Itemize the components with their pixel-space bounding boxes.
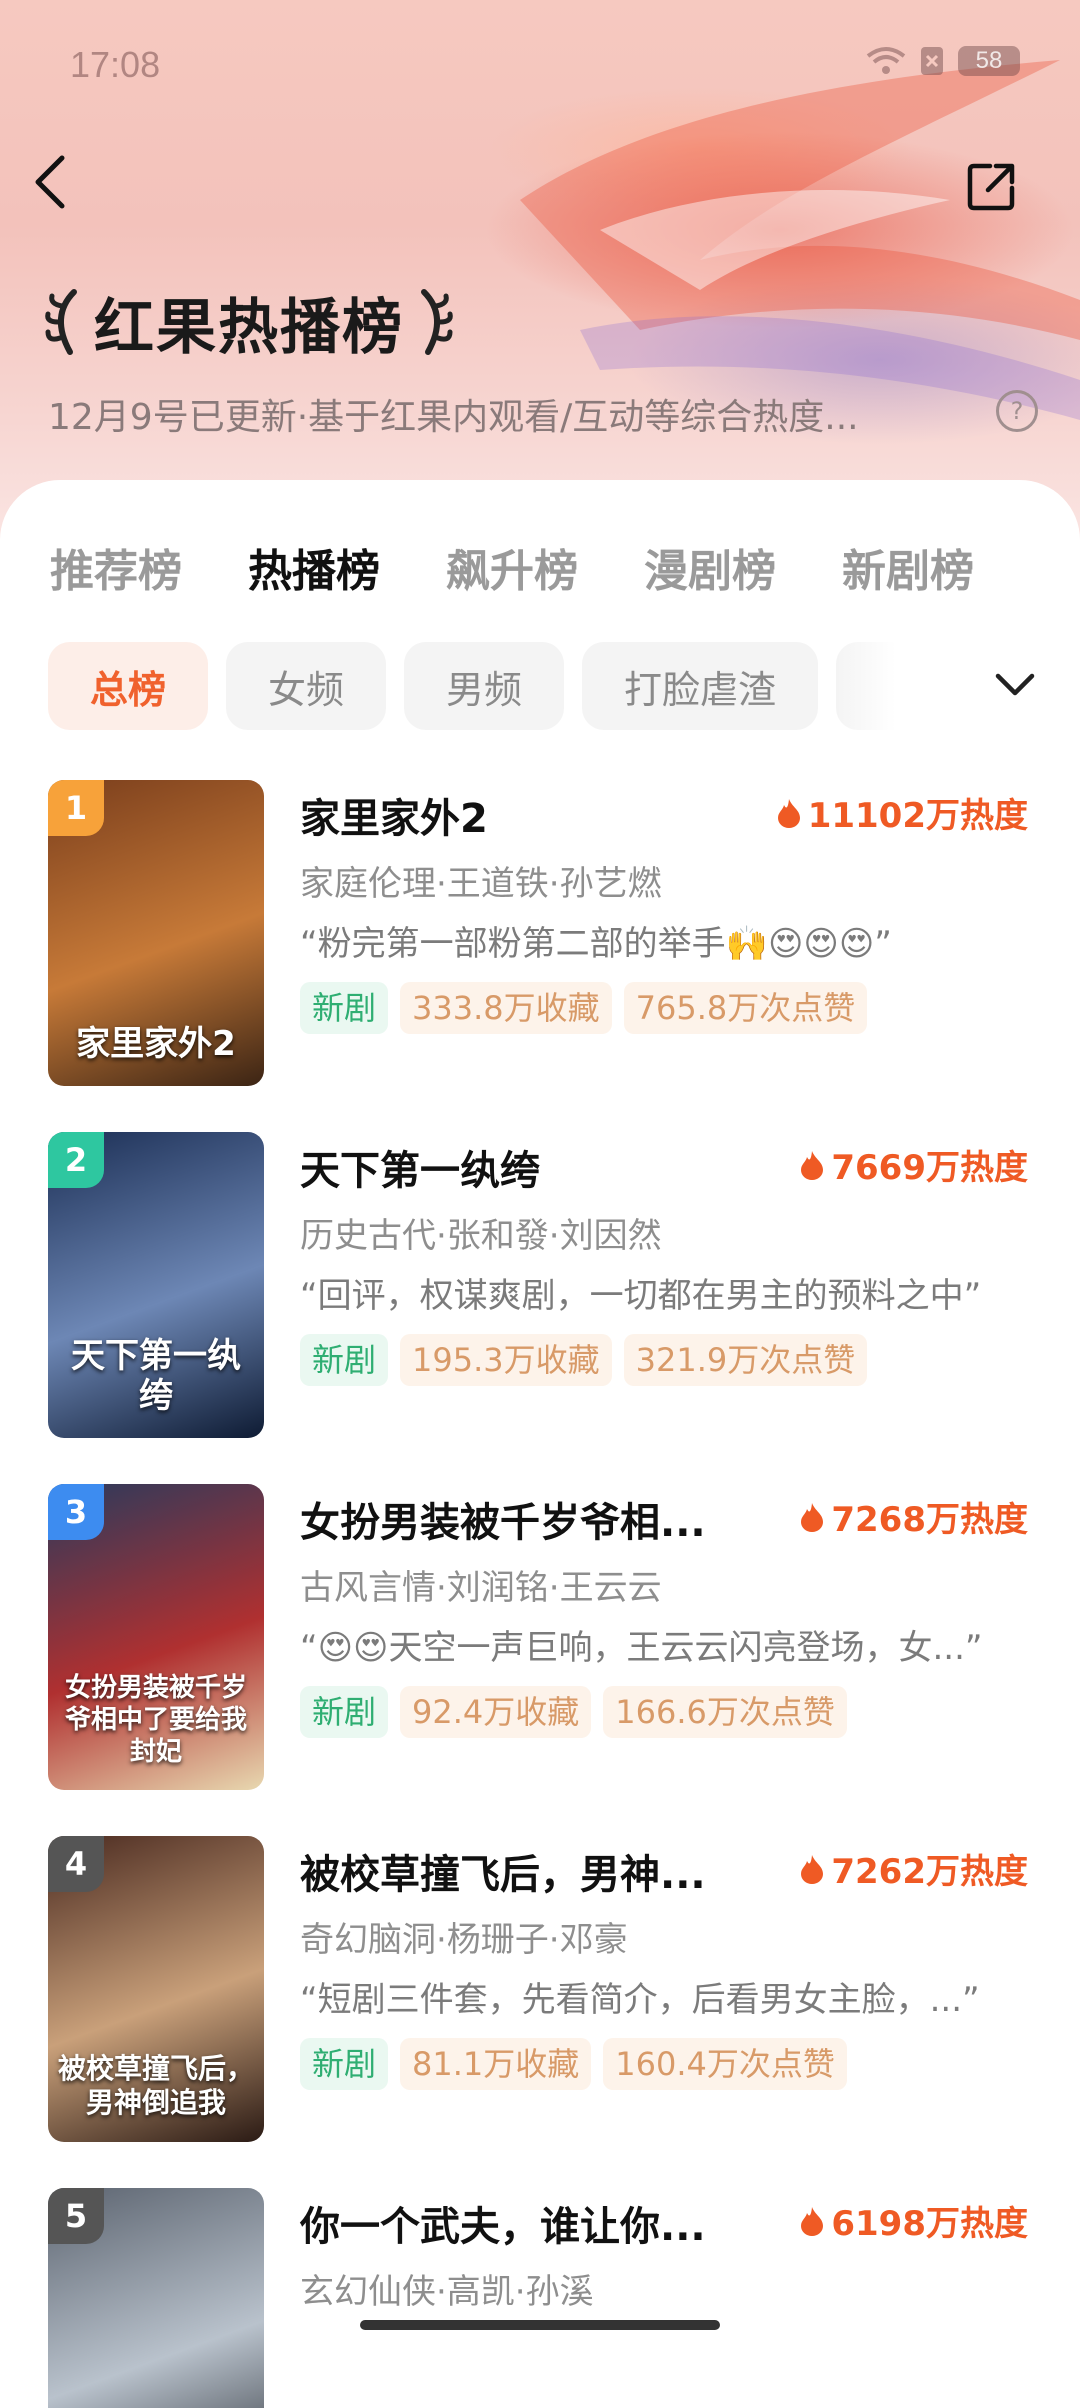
heat-score: 6198万热度 — [799, 2196, 1028, 2245]
tab-recommend[interactable]: 推荐榜 — [50, 535, 182, 599]
poster-image[interactable]: 3 女扮男装被千岁爷相中了要给我封妃 — [48, 1484, 264, 1790]
tag-favorites: 195.3万收藏 — [400, 1334, 612, 1386]
drama-meta: 历史古代·张和發·刘因然 — [300, 1216, 662, 1256]
ranking-tabs: 推荐榜 热播榜 飙升榜 漫剧榜 新剧榜 — [50, 535, 1040, 599]
list-item[interactable]: 5 你一个武夫，谁让你... 6198万热度 玄幻仙侠·高凯·孙溪 — [0, 2188, 1080, 2408]
category-chips: 总榜 女频 男频 打脸虐渣 — [48, 642, 897, 730]
sim-icon — [921, 47, 943, 75]
drama-meta: 古风言情·刘润铭·王云云 — [300, 1568, 662, 1608]
tag-likes: 321.9万次点赞 — [623, 1334, 868, 1386]
rank-badge: 5 — [48, 2188, 104, 2244]
drama-meta: 玄幻仙侠·高凯·孙溪 — [300, 2272, 594, 2312]
home-indicator[interactable] — [360, 2320, 720, 2330]
heat-score: 7268万热度 — [799, 1492, 1028, 1541]
drama-quote: “粉完第一部粉第二部的举手🙌😍😍😍” — [300, 924, 892, 964]
share-icon — [967, 163, 1015, 211]
chevron-down-icon[interactable] — [990, 660, 1040, 710]
list-item[interactable]: 2 天下第一纨绔 天下第一纨绔 7669万热度 历史古代·张和發·刘因然 “回评… — [0, 1132, 1080, 1440]
ranking-title: 红果热播榜 — [94, 293, 404, 361]
tag-new: 新剧 — [300, 1334, 389, 1386]
chip-female[interactable]: 女频 — [226, 642, 387, 730]
rank-badge: 4 — [48, 1836, 104, 1892]
chip-overall[interactable]: 总榜 — [48, 642, 209, 730]
drama-title[interactable]: 天下第一纨绔 — [300, 1138, 540, 1196]
drama-title[interactable]: 女扮男装被千岁爷相... — [300, 1490, 706, 1548]
rank-badge: 1 — [48, 780, 104, 836]
drama-tags: 新剧 195.3万收藏 321.9万次点赞 — [300, 1334, 868, 1386]
poster-image[interactable]: 5 — [48, 2188, 264, 2408]
page-title: 红果热播榜 — [44, 282, 454, 362]
tag-favorites: 81.1万收藏 — [400, 2038, 592, 2090]
tag-new: 新剧 — [300, 982, 389, 1034]
back-button[interactable] — [20, 152, 80, 212]
flame-icon — [801, 1854, 824, 1884]
tag-likes: 765.8万次点赞 — [623, 982, 868, 1034]
chip-more-fade — [836, 642, 897, 730]
rank-badge: 2 — [48, 1132, 104, 1188]
tag-favorites: 333.8万收藏 — [400, 982, 612, 1034]
laurel-right-icon — [421, 289, 453, 355]
tab-rising[interactable]: 飙升榜 — [446, 535, 578, 599]
poster-image[interactable]: 4 被校草撞飞后，男神倒追我 — [48, 1836, 264, 2142]
drama-quote: “回评，权谋爽剧，一切都在男主的预料之中” — [300, 1276, 982, 1316]
heat-score: 11102万热度 — [776, 788, 1028, 837]
battery-icon: 58 — [958, 46, 1020, 76]
drama-title[interactable]: 你一个武夫，谁让你... — [300, 2194, 706, 2252]
status-bar: 17:08 58 — [70, 40, 1020, 90]
drama-quote: “😍😍天空一声巨响，王云云闪亮登场，女...” — [300, 1628, 983, 1668]
list-item[interactable]: 4 被校草撞飞后，男神倒追我 被校草撞飞后，男神... 7262万热度 奇幻脑洞… — [0, 1836, 1080, 2144]
drama-tags: 新剧 333.8万收藏 765.8万次点赞 — [300, 982, 868, 1034]
drama-title[interactable]: 家里家外2 — [300, 786, 488, 844]
tag-new: 新剧 — [300, 1686, 389, 1738]
wifi-icon — [866, 47, 906, 74]
tab-hot[interactable]: 热播榜 — [248, 535, 380, 599]
tag-new: 新剧 — [300, 2038, 389, 2090]
tag-likes: 166.6万次点赞 — [603, 1686, 847, 1738]
chevron-left-icon — [35, 155, 65, 209]
tab-new[interactable]: 新剧榜 — [842, 535, 974, 599]
status-time: 17:08 — [70, 44, 161, 85]
poster-caption: 女扮男装被千岁爷相中了要给我封妃 — [64, 1673, 247, 1767]
flame-icon — [801, 1502, 824, 1532]
poster-caption: 被校草撞飞后，男神倒追我 — [58, 2052, 255, 2119]
chip-male[interactable]: 男频 — [404, 642, 565, 730]
heat-score: 7262万热度 — [799, 1844, 1028, 1893]
flame-icon — [801, 2206, 824, 2236]
tag-likes: 160.4万次点赞 — [603, 2038, 847, 2090]
flame-icon — [777, 798, 800, 828]
chip-revenge[interactable]: 打脸虐渣 — [582, 642, 819, 730]
drama-meta: 家庭伦理·王道铁·孙艺燃 — [300, 864, 662, 904]
share-button[interactable] — [962, 156, 1022, 216]
rank-badge: 3 — [48, 1484, 104, 1540]
drama-meta: 奇幻脑洞·杨珊子·邓豪 — [300, 1920, 628, 1960]
tab-comic[interactable]: 漫剧榜 — [644, 535, 776, 599]
list-item[interactable]: 1 家里家外2 家里家外2 11102万热度 家庭伦理·王道铁·孙艺燃 “粉完第… — [0, 780, 1080, 1088]
poster-caption: 家里家外2 — [76, 1024, 236, 1064]
drama-tags: 新剧 92.4万收藏 166.6万次点赞 — [300, 1686, 847, 1738]
drama-quote: “短剧三件套，先看简介，后看男女主脸，...” — [300, 1980, 980, 2020]
list-item[interactable]: 3 女扮男装被千岁爷相中了要给我封妃 女扮男装被千岁爷相... 7268万热度 … — [0, 1484, 1080, 1792]
poster-image[interactable]: 2 天下第一纨绔 — [48, 1132, 264, 1438]
flame-icon — [801, 1150, 824, 1180]
update-subtitle: 12月9号已更新·基于红果内观看/互动等综合热度... — [48, 397, 859, 438]
drama-title[interactable]: 被校草撞飞后，男神... — [300, 1842, 706, 1900]
tag-favorites: 92.4万收藏 — [400, 1686, 592, 1738]
poster-caption: 天下第一纨绔 — [71, 1336, 241, 1416]
drama-tags: 新剧 81.1万收藏 160.4万次点赞 — [300, 2038, 847, 2090]
heat-score: 7669万热度 — [799, 1140, 1028, 1189]
ranking-sheet: 推荐榜 热播榜 飙升榜 漫剧榜 新剧榜 总榜 女频 男频 打脸虐渣 1 家里家外… — [0, 480, 1080, 2408]
help-icon[interactable]: ? — [996, 390, 1038, 432]
poster-image[interactable]: 1 家里家外2 — [48, 780, 264, 1086]
laurel-left-icon — [45, 289, 77, 355]
